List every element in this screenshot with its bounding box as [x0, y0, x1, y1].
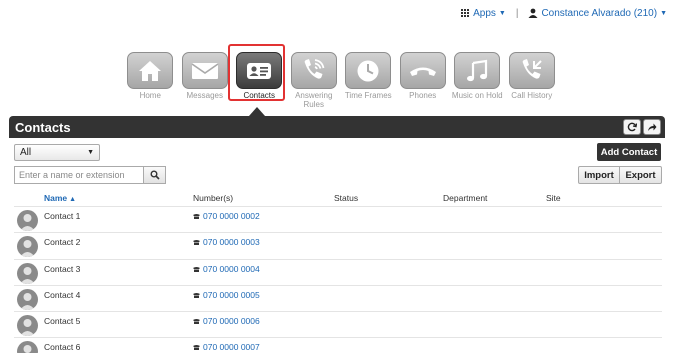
sort-asc-icon: ▲ [69, 196, 77, 203]
desk-phone-icon [193, 214, 200, 219]
desk-phone-icon [193, 266, 200, 272]
contact-number: 070 0000 0002 [203, 211, 260, 221]
nav-answering-rules-label: Answering Rules [295, 91, 333, 109]
avatar [17, 315, 38, 337]
search-input[interactable] [14, 166, 143, 184]
chevron-down-icon: ▼ [87, 149, 94, 156]
desk-phone-icon [193, 319, 200, 325]
import-button[interactable]: Import [578, 166, 620, 184]
contact-number: 070 0000 0005 [203, 289, 260, 300]
contact-name: Contact 3 [44, 263, 81, 274]
contact-number-link[interactable]: 070 0000 0004 [193, 264, 260, 274]
table-row[interactable]: Contact 5 070 0000 0006 [14, 311, 662, 337]
table-row[interactable]: Contact 3 070 0000 0004 [14, 258, 662, 285]
contact-number: 070 0000 0003 [203, 237, 260, 248]
home-icon [127, 52, 174, 89]
contact-card-icon [236, 52, 283, 89]
contact-name: Contact 5 [44, 316, 81, 327]
nav-pointer [249, 107, 265, 116]
nav-time-frames-label: Time Frames [344, 91, 392, 100]
contact-number-link[interactable]: 070 0000 0002 [193, 211, 260, 221]
nav-messages-label: Messages [186, 91, 223, 100]
nav-answering-rules[interactable]: Answering Rules [287, 44, 342, 109]
nav-home-label: Home [139, 91, 161, 100]
search-icon [150, 170, 160, 180]
clock-icon [345, 52, 392, 89]
caret-down-icon: ▼ [660, 9, 667, 17]
desk-phone-icon [193, 345, 200, 351]
avatar [17, 236, 38, 258]
contact-filter-select[interactable]: All ▼ [14, 144, 100, 161]
grid-icon [461, 8, 470, 18]
nav-phones[interactable]: Phones [396, 44, 451, 109]
envelope-icon [181, 52, 228, 89]
nav-time-frames[interactable]: Time Frames [341, 44, 396, 109]
person-icon [528, 8, 538, 18]
column-site: Site [546, 193, 561, 203]
nav-contacts-label: Contacts [243, 91, 276, 100]
add-contact-button[interactable]: Add Contact [597, 143, 661, 161]
contact-number-link[interactable]: 070 0000 0006 [193, 316, 260, 326]
search-group [14, 166, 166, 184]
desk-phone-icon [193, 240, 200, 246]
avatar [17, 262, 38, 284]
contact-number-link[interactable]: 070 0000 0007 [193, 342, 260, 352]
top-bar: Apps ▼ | Constance Alvarado (210) ▼ [461, 6, 667, 20]
call-forward-icon [290, 52, 337, 89]
contact-number: 070 0000 0006 [203, 316, 260, 327]
contact-number-link[interactable]: 070 0000 0005 [193, 290, 260, 300]
export-button[interactable]: Export [620, 166, 662, 184]
contact-number-link[interactable]: 070 0000 0003 [193, 237, 260, 247]
page-header: Contacts [9, 116, 665, 138]
nav-call-history-label: Call History [511, 91, 553, 100]
nav-call-history[interactable]: Call History [505, 44, 560, 109]
contact-number: 070 0000 0007 [203, 342, 260, 353]
table-row[interactable]: Contact 2 070 0000 0003 [14, 232, 662, 258]
avatar [17, 288, 38, 310]
user-label: Constance Alvarado (210) [541, 7, 658, 19]
music-note-icon [454, 52, 501, 89]
share-arrow-icon [648, 123, 657, 131]
apps-label: Apps [473, 7, 496, 19]
contact-number: 070 0000 0004 [203, 263, 260, 274]
contact-name: Contact 1 [44, 211, 81, 221]
contacts-table: Name ▲ Number(s) Status Department Site C… [14, 192, 662, 353]
nav-contacts[interactable]: Contacts [232, 44, 287, 109]
main-nav: Home Messages Contacts Answering Rules T… [123, 44, 559, 109]
table-row[interactable]: Contact 1 070 0000 0002 [14, 206, 662, 232]
share-button[interactable] [643, 119, 661, 135]
contact-name: Contact 2 [44, 237, 81, 248]
nav-home[interactable]: Home [123, 44, 178, 109]
table-header: Name ▲ Number(s) Status Department Site [14, 192, 662, 206]
refresh-icon [627, 122, 637, 132]
column-numbers: Number(s) [193, 193, 234, 203]
table-row[interactable]: Contact 4 070 0000 0005 [14, 284, 662, 311]
column-status: Status [334, 193, 359, 203]
avatar [17, 341, 38, 353]
nav-music-on-hold[interactable]: Music on Hold [450, 44, 505, 109]
user-menu[interactable]: Constance Alvarado (210) ▼ [528, 8, 667, 19]
contact-name: Contact 4 [44, 289, 81, 300]
contact-name: Contact 6 [44, 342, 81, 353]
nav-phones-label: Phones [409, 91, 437, 100]
import-export-group: Import Export [578, 166, 662, 184]
column-name[interactable]: Name ▲ [44, 193, 76, 203]
search-button[interactable] [143, 166, 166, 184]
column-department: Department [443, 193, 488, 203]
separator: | [515, 7, 519, 19]
nav-messages[interactable]: Messages [178, 44, 233, 109]
filter-selected-value: All [20, 147, 32, 158]
table-row[interactable]: Contact 6 070 0000 0007 [14, 337, 662, 353]
refresh-button[interactable] [623, 119, 641, 135]
column-name-label: Name [44, 193, 68, 203]
desk-phone-icon [193, 292, 200, 298]
nav-music-on-hold-label: Music on Hold [451, 91, 503, 100]
avatar [17, 210, 38, 231]
caret-down-icon: ▼ [498, 9, 506, 17]
handset-icon [399, 52, 446, 89]
call-history-icon [508, 52, 555, 89]
page-title: Contacts [15, 119, 71, 135]
apps-menu[interactable]: Apps ▼ [461, 8, 506, 19]
